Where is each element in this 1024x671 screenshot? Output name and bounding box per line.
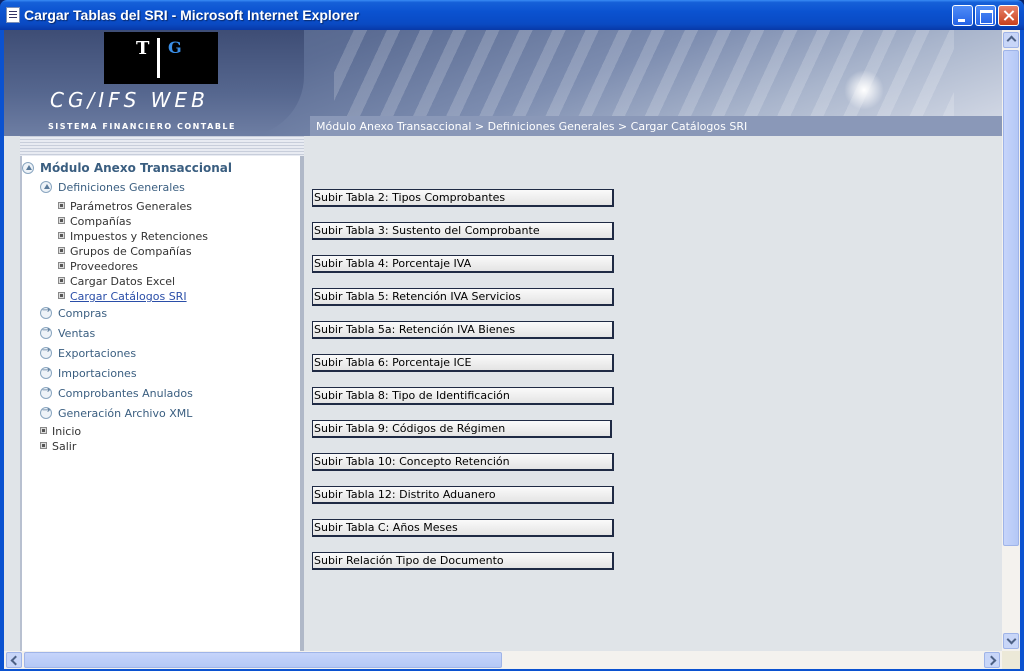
upload-table-9-button[interactable]: Subir Tabla 9: Códigos de Régimen [312,420,612,438]
sidebar-item-compras[interactable]: Compras [40,305,108,320]
square-bullet-icon [58,277,65,284]
sidebar-item-grupos[interactable]: Grupos de Compañías [58,245,192,258]
scroll-up-button[interactable] [1003,32,1019,48]
horizontal-scroll-thumb[interactable] [24,652,502,668]
sidebar-item-exportaciones[interactable]: Exportaciones [40,345,137,360]
scroll-right-button[interactable] [984,652,1000,668]
minimize-button[interactable] [952,5,973,26]
sidebar-item-inicio[interactable]: Inicio [40,425,81,438]
sidebar-item-label: Grupos de Compañías [70,245,192,258]
maximize-button[interactable] [975,5,996,26]
scroll-left-button[interactable] [6,652,22,668]
sidebar-item-label: Comprobantes Anulados [58,387,193,400]
logo-letter-g: G [168,38,182,57]
browser-window: Cargar Tablas del SRI - Microsoft Intern… [0,0,1024,671]
square-bullet-icon [58,247,65,254]
sidebar-item-label[interactable]: Cargar Catálogos SRI [70,290,187,303]
sidebar-nav: Módulo Anexo Transaccional Definiciones … [4,30,232,453]
banner-glow [844,70,884,110]
vertical-scrollbar[interactable] [1002,30,1020,651]
logo-letter-t: T [136,38,150,59]
window-frame-right [1020,30,1024,671]
sidebar-item-label: Ventas [58,327,96,340]
square-bullet-icon [58,217,65,224]
square-bullet-icon [58,292,65,299]
nav-group-label: Definiciones Generales [58,181,185,194]
upload-table-2-button[interactable]: Subir Tabla 2: Tipos Comprobantes [312,189,614,207]
upload-table-3-button[interactable]: Subir Tabla 3: Sustento del Comprobante [312,222,614,240]
sidebar-item-label: Proveedores [70,260,138,273]
app-subtitle: SISTEMA FINANCIERO CONTABLE [48,122,236,131]
sidebar-item-label: Cargar Datos Excel [70,275,176,288]
square-bullet-icon [40,442,47,449]
upload-table-6-button[interactable]: Subir Tabla 6: Porcentaje ICE [312,354,614,372]
upload-table-12-button[interactable]: Subir Tabla 12: Distrito Aduanero [312,486,614,504]
upload-table-10-button[interactable]: Subir Tabla 10: Concepto Retención [312,453,614,471]
sidebar-item-comprobantes-anulados[interactable]: Comprobantes Anulados [40,385,193,400]
upload-table-8-button[interactable]: Subir Tabla 8: Tipo de Identificación [312,387,614,405]
sidebar-item-label: Impuestos y Retenciones [70,230,208,243]
upload-table-5-button[interactable]: Subir Tabla 5: Retención IVA Servicios [312,288,614,306]
sidebar-item-label: Compañías [70,215,132,228]
arrow-right-icon [40,345,52,359]
sidebar-item-label: Parámetros Generales [70,200,193,213]
upload-table-4-button[interactable]: Subir Tabla 4: Porcentaje IVA [312,255,614,273]
sidebar-item-cargar-catalogos[interactable]: Cargar Catálogos SRI [58,290,187,303]
sidebar-header-texture [20,136,304,156]
sidebar-item-parametros[interactable]: Parámetros Generales [58,200,192,213]
scrollbar-corner [1002,651,1020,669]
company-logo: T G [104,32,218,84]
sidebar-item-label: Exportaciones [58,347,137,360]
window-title: Cargar Tablas del SRI - Microsoft Intern… [24,7,360,23]
collapse-up-icon [22,162,34,174]
collapse-up-icon [40,181,52,193]
sidebar-item-label: Inicio [52,425,82,438]
sidebar-item-label: Importaciones [58,367,137,380]
upload-table-c-button[interactable]: Subir Tabla C: Años Meses [312,519,614,537]
arrow-right-icon [40,405,52,419]
nav-root-modulo-anexo[interactable]: Módulo Anexo Transaccional [22,161,232,175]
ie-page-icon [6,7,20,23]
title-bar[interactable]: Cargar Tablas del SRI - Microsoft Intern… [0,0,1024,30]
sidebar-item-label: Compras [58,307,108,320]
logo-divider [157,38,160,78]
arrow-right-icon [40,325,52,339]
sidebar-item-companias[interactable]: Compañías [58,215,131,228]
sidebar-item-ventas[interactable]: Ventas [40,325,96,340]
breadcrumb: Módulo Anexo Transaccional > Definicione… [316,120,748,133]
sidebar-item-label: Salir [52,440,77,453]
arrow-right-icon [40,305,52,319]
sidebar-item-salir[interactable]: Salir [40,440,76,453]
square-bullet-icon [58,262,65,269]
vertical-scroll-thumb[interactable] [1003,50,1019,546]
sidebar-item-importaciones[interactable]: Importaciones [40,365,137,380]
horizontal-scrollbar[interactable] [4,651,1002,669]
sidebar-item-impuestos[interactable]: Impuestos y Retenciones [58,230,208,243]
arrow-right-icon [40,385,52,399]
sidebar-item-generacion-xml[interactable]: Generación Archivo XML [40,405,193,420]
square-bullet-icon [58,232,65,239]
nav-root-label: Módulo Anexo Transaccional [40,161,232,175]
sidebar-item-label: Generación Archivo XML [58,407,193,420]
square-bullet-icon [40,427,47,434]
sidebar-item-proveedores[interactable]: Proveedores [58,260,138,273]
sidebar-item-cargar-excel[interactable]: Cargar Datos Excel [58,275,175,288]
upload-table-5a-button[interactable]: Subir Tabla 5a: Retención IVA Bienes [312,321,614,339]
upload-doc-type-relation-button[interactable]: Subir Relación Tipo de Documento [312,552,614,570]
page-content: T G CG/IFS WEB SISTEMA FINANCIERO CONTAB… [4,30,1002,651]
arrow-right-icon [40,365,52,379]
scroll-down-button[interactable] [1003,633,1019,649]
square-bullet-icon [58,202,65,209]
app-brand: CG/IFS WEB [50,88,209,112]
close-button[interactable] [998,5,1019,26]
nav-group-definiciones[interactable]: Definiciones Generales [40,181,185,194]
